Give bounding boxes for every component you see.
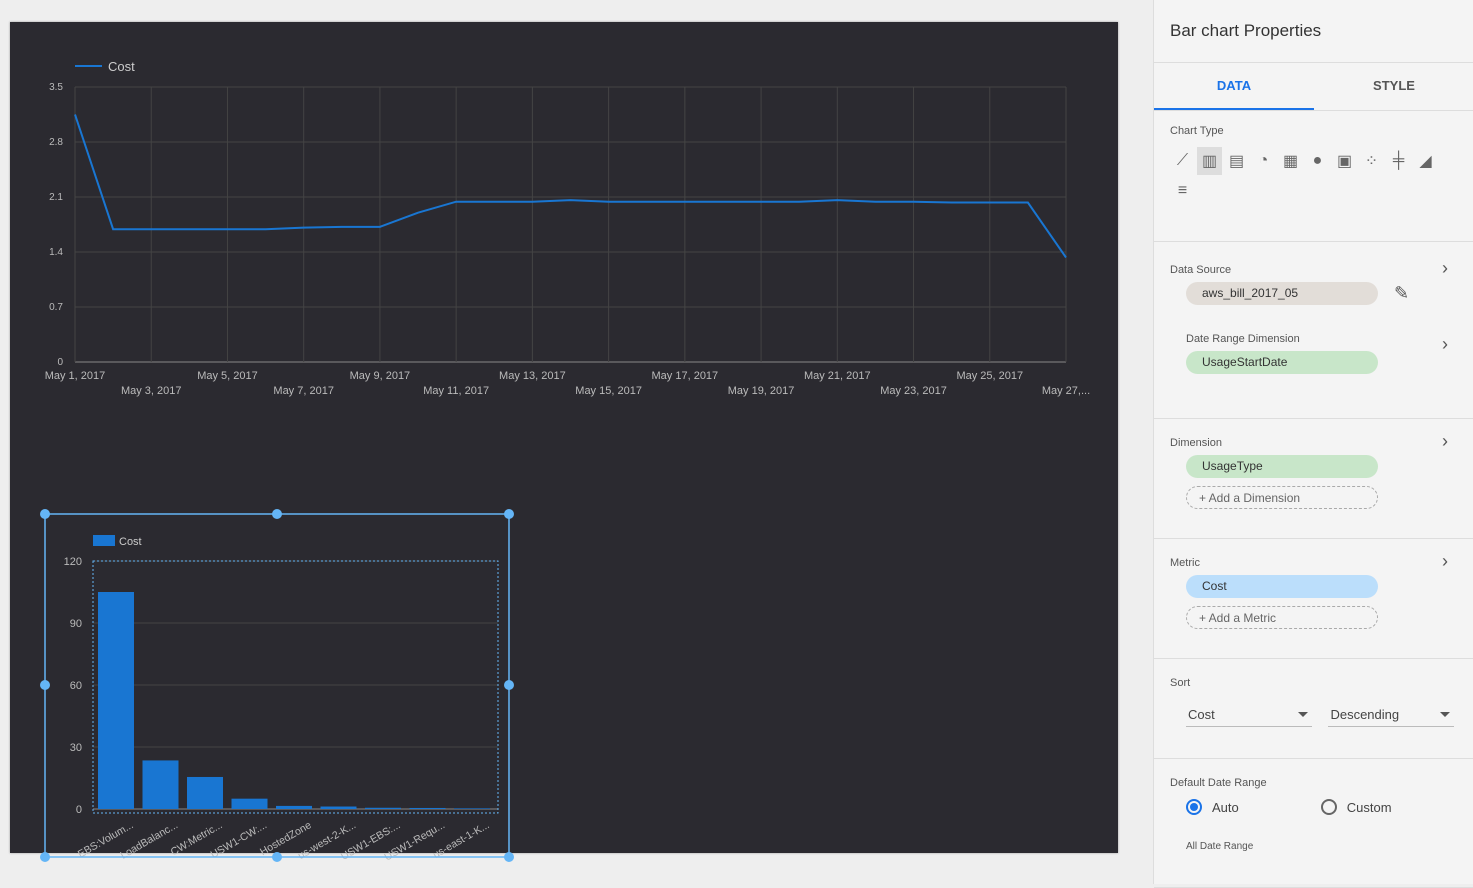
data-source-chip[interactable]: aws_bill_2017_05 [1186, 282, 1378, 305]
legend-label: Cost [108, 59, 135, 74]
x-tick-label: May 21, 2017 [804, 370, 871, 382]
y-tick-label: 120 [64, 556, 82, 568]
y-tick-label: 2.8 [49, 137, 63, 148]
bar [454, 808, 490, 809]
all-date-range-text: All Date Range [1186, 841, 1254, 852]
dimension-chip[interactable]: UsageType [1186, 455, 1378, 478]
y-tick-label: 1.4 [49, 247, 63, 258]
radio-checked-icon [1186, 799, 1202, 815]
x-tick-label: May 3, 2017 [121, 385, 182, 397]
resize-handle[interactable] [272, 509, 282, 519]
x-tick-label: May 27,... [1042, 385, 1090, 397]
x-tick-label: May 7, 2017 [273, 385, 334, 397]
resize-handle[interactable] [40, 852, 50, 862]
x-tick-label: May 15, 2017 [575, 385, 642, 397]
auto-radio[interactable]: Auto [1186, 799, 1239, 815]
chevron-right-icon[interactable]: › [1442, 334, 1448, 355]
x-tick-label: May 23, 2017 [880, 385, 947, 397]
sort-field-select[interactable]: Cost [1186, 703, 1312, 727]
chart-type-label: Chart Type [1170, 125, 1224, 137]
bar [320, 806, 357, 809]
custom-label: Custom [1346, 799, 1392, 815]
filter-icon[interactable]: ≡ [1170, 177, 1195, 205]
y-tick-label: 2.1 [49, 192, 63, 203]
bar [276, 805, 312, 809]
bar [409, 807, 446, 809]
report-canvas[interactable]: 0 0.7 1.4 2.1 2.8 3.5 May 1, 2017 May 3, 2017 Ma… [10, 22, 1118, 863]
date-range-dimension-chip[interactable]: UsageStartDate [1186, 351, 1378, 374]
chevron-right-icon[interactable]: › [1442, 551, 1448, 572]
resize-handle[interactable] [504, 509, 514, 519]
cost-line [74, 114, 1067, 259]
x-tick-label: May 25, 2017 [956, 370, 1023, 382]
resize-handle[interactable] [40, 680, 50, 690]
y-tick-label: 90 [70, 618, 82, 630]
tab-data[interactable]: DATA [1154, 63, 1314, 110]
custom-radio[interactable]: Custom [1320, 799, 1392, 815]
x-tick-label: May 5, 2017 [197, 370, 258, 382]
properties-panel: Bar chart Properties DATA STYLE Chart Ty… [1153, 0, 1473, 888]
bar [187, 776, 223, 809]
x-tick-label: May 9, 2017 [350, 370, 411, 382]
date-range-dimension-label: Date Range Dimension [1186, 333, 1300, 345]
bar [98, 592, 134, 809]
combo-chart-icon[interactable]: ▤ [1224, 147, 1249, 175]
resize-handle[interactable] [40, 509, 50, 519]
y-tick-label: 0 [57, 357, 63, 368]
default-date-range-label: Default Date Range [1170, 777, 1267, 789]
data-source-label: Data Source [1170, 264, 1232, 276]
resize-handle[interactable] [272, 852, 282, 862]
area-chart-icon[interactable]: ◢ [1413, 147, 1438, 175]
add-metric-button[interactable]: + Add a Metric [1186, 606, 1378, 629]
metric-label: Metric [1170, 557, 1200, 569]
x-tick-label: May 1, 2017 [45, 370, 106, 382]
sort-order-select[interactable]: Descending [1328, 703, 1455, 727]
chevron-right-icon[interactable]: › [1442, 431, 1448, 452]
resize-handle[interactable] [504, 680, 514, 690]
y-tick-label: 0 [76, 804, 82, 816]
edit-pencil-icon[interactable]: ✎ [1394, 283, 1409, 304]
pie-chart-icon[interactable]: ◔ [1251, 147, 1276, 175]
scatter-icon[interactable]: ⁘ [1359, 147, 1384, 175]
dimension-label: Dimension [1170, 437, 1222, 449]
y-tick-label: 0.7 [49, 302, 63, 313]
panel-title: Bar chart Properties [1154, 0, 1473, 63]
bar [231, 798, 268, 809]
bar [365, 807, 401, 809]
time-series-chart[interactable]: 0 0.7 1.4 2.1 2.8 3.5 May 1, 2017 May 3, 2017 Ma… [10, 22, 1118, 422]
y-tick-label: 60 [70, 680, 82, 692]
geo-map-icon[interactable]: ● [1305, 147, 1330, 175]
legend-swatch [93, 535, 115, 546]
x-tick-label: May 13, 2017 [499, 370, 566, 382]
chevron-right-icon[interactable]: › [1442, 258, 1448, 279]
sort-label: Sort [1170, 677, 1191, 689]
table-icon[interactable]: ▦ [1278, 147, 1303, 175]
bar-chart[interactable]: 0306090120EBS:Volum...LoadBalanc...CW:Me… [40, 487, 520, 867]
x-tick-label: May 17, 2017 [652, 370, 719, 382]
scorecard-icon[interactable]: ▣ [1332, 147, 1357, 175]
x-tick-label: May 11, 2017 [423, 385, 489, 397]
line-chart-icon[interactable]: ⟋ [1170, 147, 1195, 175]
radio-unchecked-icon [1320, 799, 1337, 815]
tab-style[interactable]: STYLE [1314, 63, 1473, 110]
resize-handle[interactable] [504, 852, 514, 862]
y-tick-label: 30 [70, 742, 82, 754]
auto-label: Auto [1212, 799, 1239, 815]
bar [142, 760, 179, 809]
add-dimension-button[interactable]: + Add a Dimension [1186, 486, 1378, 509]
x-tick-label: May 19, 2017 [728, 385, 795, 397]
y-tick-label: 3.5 [49, 82, 63, 93]
legend-label: Cost [119, 536, 142, 548]
bar-chart-icon[interactable]: ▥ [1197, 147, 1222, 175]
metric-chip[interactable]: Cost [1186, 575, 1378, 598]
bullet-icon[interactable]: ╪ [1386, 147, 1411, 175]
